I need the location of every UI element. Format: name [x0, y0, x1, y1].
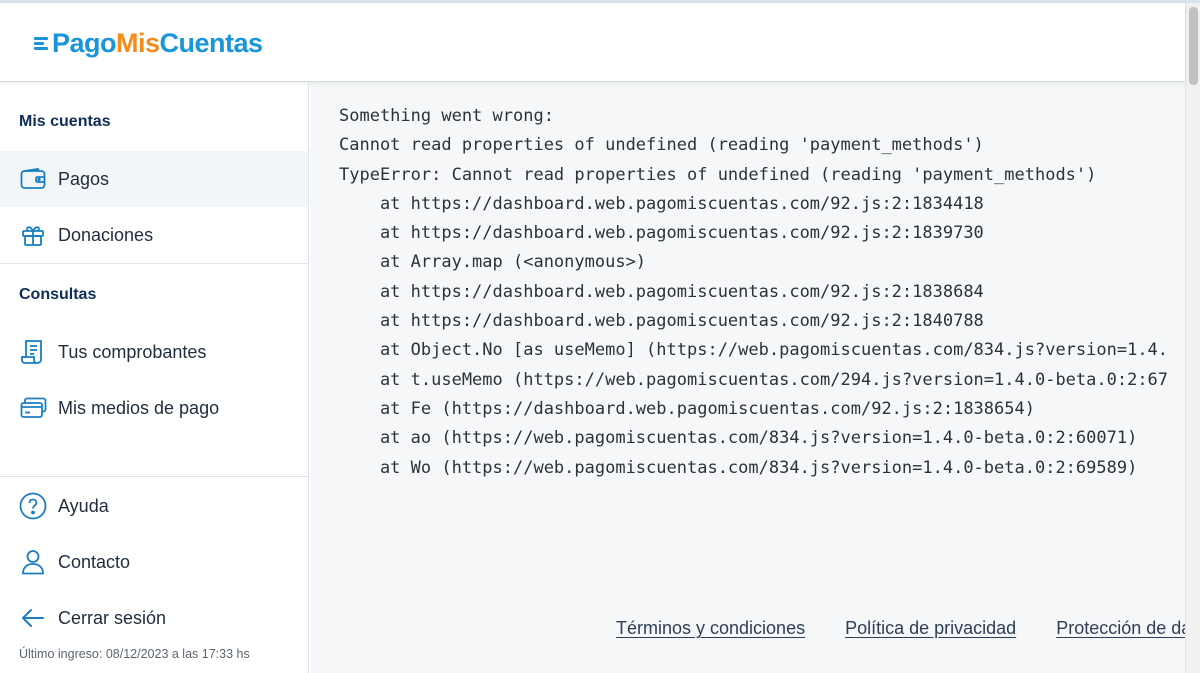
- error-line: Cannot read properties of undefined (rea…: [339, 135, 984, 156]
- divider: [0, 263, 308, 264]
- sidebar-item-label: Cerrar sesión: [58, 607, 167, 628]
- error-line: Something went wrong:: [339, 106, 554, 126]
- sidebar-item-label: Contacto: [58, 551, 131, 572]
- error-message: Something went wrong: Cannot read propert…: [339, 102, 1168, 483]
- sidebar-item-pagos[interactable]: Pagos: [0, 151, 308, 207]
- main-content: Something went wrong: Cannot read propert…: [310, 82, 1185, 673]
- stack-trace-line: at Wo (https://web.pagomiscuentas.com/83…: [339, 457, 1138, 478]
- stack-trace-line: at t.useMemo (https://web.pagomiscuentas…: [339, 369, 1169, 390]
- pagomiscuentas-logo[interactable]: PagoMisCuentas: [34, 27, 263, 59]
- footer-links: Términos y condiciones Política de priva…: [616, 618, 1185, 639]
- help-circle-icon: [19, 492, 47, 520]
- sidebar-item-label: Tus comprobantes: [58, 341, 207, 362]
- section-title-consultas: Consultas: [19, 286, 97, 303]
- error-line: TypeError: Cannot read properties of und…: [339, 164, 1097, 185]
- terms-link[interactable]: Términos y condiciones: [616, 618, 805, 639]
- sidebar-item-label: Donaciones: [58, 224, 154, 245]
- sidebar-item-tus-comprobantes[interactable]: Tus comprobantes: [0, 324, 308, 380]
- sidebar-item-donaciones[interactable]: Donaciones: [0, 207, 308, 263]
- receipt-icon: [19, 338, 47, 366]
- sidebar-item-label: Mis medios de pago: [58, 397, 220, 418]
- logo-lines-icon: [34, 33, 50, 53]
- logo-text: PagoMisCuentas: [52, 27, 263, 58]
- scrollbar[interactable]: [1185, 3, 1200, 673]
- stack-trace-line: at https://dashboard.web.pagomiscuentas.…: [339, 281, 984, 302]
- section-title-mis-cuentas: Mis cuentas: [19, 113, 111, 130]
- last-login-text: Último ingreso: 08/12/2023 a las 17:33 h…: [19, 647, 250, 661]
- privacy-link[interactable]: Política de privacidad: [845, 618, 1016, 639]
- sidebar-item-ayuda[interactable]: Ayuda: [0, 478, 308, 534]
- stack-trace-line: at https://dashboard.web.pagomiscuentas.…: [339, 193, 984, 214]
- stack-trace-line: at Object.No [as useMemo] (https://web.p…: [339, 340, 1169, 361]
- sidebar-item-cerrar-sesion[interactable]: Cerrar sesión: [0, 590, 308, 646]
- header: PagoMisCuentas: [0, 3, 1185, 82]
- sidebar-item-mis-medios-de-pago[interactable]: Mis medios de pago: [0, 380, 308, 436]
- sidebar-item-contacto[interactable]: Contacto: [0, 534, 308, 590]
- stack-trace-line: at https://dashboard.web.pagomiscuentas.…: [339, 311, 984, 332]
- gift-icon: [19, 221, 47, 249]
- user-icon: [19, 548, 47, 576]
- arrow-left-icon: [19, 604, 47, 632]
- scrollbar-thumb[interactable]: [1189, 7, 1198, 85]
- wallet-icon: [19, 165, 47, 193]
- sidebar: Mis cuentas Pagos Donaciones Consultas T…: [0, 82, 309, 673]
- divider: [0, 476, 308, 477]
- data-protection-link[interactable]: Protección de datos: [1056, 618, 1185, 639]
- credit-card-icon: [19, 394, 47, 422]
- stack-trace-line: at https://dashboard.web.pagomiscuentas.…: [339, 223, 984, 244]
- stack-trace-line: at Array.map (<anonymous>): [339, 252, 647, 273]
- stack-trace-line: at ao (https://web.pagomiscuentas.com/83…: [339, 428, 1138, 449]
- stack-trace-line: at Fe (https://dashboard.web.pagomiscuen…: [339, 398, 1035, 419]
- sidebar-item-label: Pagos: [58, 168, 110, 189]
- sidebar-item-label: Ayuda: [58, 495, 109, 516]
